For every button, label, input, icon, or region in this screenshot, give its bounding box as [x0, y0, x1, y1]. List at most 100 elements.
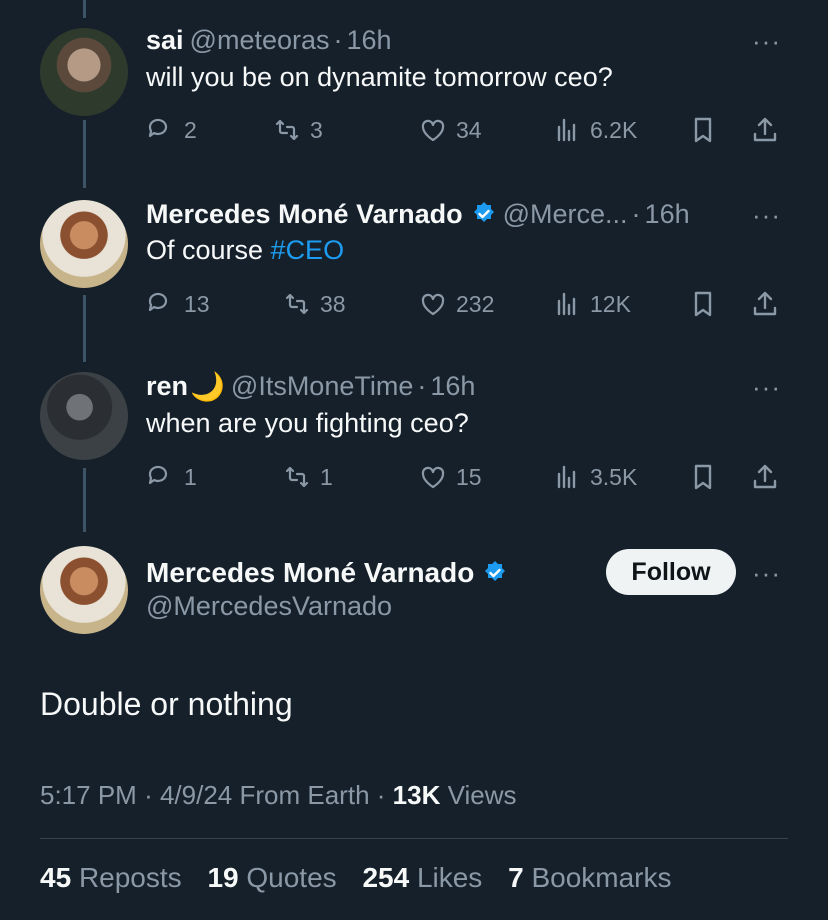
stat-label: Likes [416, 862, 483, 893]
reply-icon [148, 465, 168, 485]
share-icon [753, 464, 777, 489]
avatar[interactable] [40, 200, 128, 288]
tweet-meta: 5:17 PM · 4/9/24 From Earth · 13K Views [40, 780, 517, 811]
reply-icon [148, 292, 168, 312]
repost-count: 38 [320, 290, 346, 317]
stat-label: Quotes [246, 862, 337, 893]
repost-button[interactable]: 1 [282, 457, 333, 497]
like-button[interactable]: 15 [418, 457, 482, 497]
likes-stat[interactable]: 254 Likes [362, 862, 482, 893]
repost-button[interactable]: 38 [282, 284, 346, 324]
reply-text-prefix: Of course [146, 235, 271, 265]
stat-count: 7 [508, 862, 524, 893]
reply-header: Mercedes Moné Varnado @Merce... · 16h [146, 196, 690, 232]
reply-button[interactable]: 1 [146, 457, 197, 497]
timestamp[interactable]: 16h [347, 25, 392, 56]
like-count: 15 [456, 463, 482, 490]
engagement-stats: 45 Reposts 19 Quotes 254 Likes 7 Bookmar… [40, 862, 690, 894]
separator: · [631, 198, 641, 229]
like-icon [421, 119, 445, 142]
separator: · [144, 780, 153, 810]
thread-line [83, 468, 86, 532]
more-icon[interactable]: ··· [752, 558, 781, 589]
author-handle[interactable]: @MercedesVarnado [146, 591, 392, 622]
reposts-stat[interactable]: 45 Reposts [40, 862, 182, 893]
reply-header: ren 🌙 @ItsMoneTime · 16h [146, 368, 475, 404]
author-name[interactable]: Mercedes Moné Varnado [146, 557, 474, 589]
stat-count: 19 [207, 862, 239, 893]
reply-count: 2 [184, 116, 197, 143]
share-icon [753, 291, 777, 316]
reply-text: will you be on dynamite tomorrow ceo? [146, 62, 613, 92]
share-button[interactable] [750, 284, 780, 324]
thread-line [83, 0, 86, 18]
separator: · [417, 370, 427, 401]
author-handle[interactable]: @meteoras [190, 25, 330, 56]
stat-label: Bookmarks [531, 862, 672, 893]
views-icon [557, 118, 576, 142]
separator: · [333, 24, 343, 55]
avatar[interactable] [40, 546, 128, 634]
stat-count: 45 [40, 862, 72, 893]
repost-icon [285, 466, 309, 488]
bookmark-button[interactable] [688, 284, 718, 324]
bookmark-button[interactable] [688, 110, 718, 150]
views-icon [557, 292, 576, 316]
repost-button[interactable]: 3 [272, 110, 323, 150]
share-icon [753, 117, 777, 142]
reply-text: Of course #CEO [146, 235, 344, 266]
action-bar: 13 38 232 12K [146, 284, 786, 324]
timestamp[interactable]: 16h [645, 199, 690, 230]
repost-count: 1 [320, 463, 333, 490]
author-handle[interactable]: @ItsMoneTime [231, 371, 413, 402]
like-count: 34 [456, 116, 482, 143]
author-name[interactable]: ren [146, 371, 188, 402]
stat-label: Reposts [78, 862, 182, 893]
like-button[interactable]: 232 [418, 284, 494, 324]
views-count: 6.2K [590, 116, 638, 143]
bookmark-icon [694, 117, 712, 143]
more-icon[interactable]: ··· [752, 200, 781, 231]
main-author-row: Mercedes Moné Varnado [146, 555, 508, 591]
timestamp[interactable]: 16h [430, 371, 475, 402]
views-button[interactable]: 3.5K [552, 457, 637, 497]
tweet-source: From Earth [239, 780, 370, 810]
reply-button[interactable]: 2 [146, 110, 197, 150]
repost-icon [285, 293, 309, 315]
bookmarks-stat[interactable]: 7 Bookmarks [508, 862, 671, 893]
follow-button[interactable]: Follow [606, 549, 736, 595]
views-button[interactable]: 12K [552, 284, 631, 324]
verified-badge-icon [484, 560, 507, 583]
author-name[interactable]: sai [146, 25, 184, 56]
action-bar: 2 3 34 6.2K [146, 110, 786, 150]
bookmark-button[interactable] [688, 457, 718, 497]
reply-button[interactable]: 13 [146, 284, 210, 324]
thread-line [83, 120, 86, 188]
more-icon[interactable]: ··· [752, 26, 781, 57]
tweet-date[interactable]: 4/9/24 [160, 780, 232, 810]
hashtag-link[interactable]: #CEO [271, 235, 345, 265]
avatar[interactable] [40, 28, 128, 116]
like-count: 232 [456, 290, 495, 317]
repost-icon [275, 119, 299, 141]
reply-count: 1 [184, 463, 197, 490]
author-name[interactable]: Mercedes Moné Varnado [146, 199, 463, 230]
action-bar: 1 1 15 3.5K [146, 457, 786, 497]
stat-count: 254 [362, 862, 410, 893]
bookmark-icon [694, 291, 712, 317]
author-handle[interactable]: @Merce... [503, 199, 628, 230]
avatar[interactable] [40, 372, 128, 460]
more-icon[interactable]: ··· [752, 372, 781, 403]
quotes-stat[interactable]: 19 Quotes [207, 862, 336, 893]
like-button[interactable]: 34 [418, 110, 482, 150]
views-count: 12K [590, 290, 631, 317]
bookmark-icon [694, 464, 712, 490]
reply-header: sai @meteoras · 16h [146, 22, 392, 58]
repost-count: 3 [310, 116, 323, 143]
views-icon [557, 465, 576, 489]
share-button[interactable] [750, 110, 780, 150]
thread-line [83, 295, 86, 362]
share-button[interactable] [750, 457, 780, 497]
views-button[interactable]: 6.2K [552, 110, 637, 150]
tweet-time[interactable]: 5:17 PM [40, 780, 137, 810]
